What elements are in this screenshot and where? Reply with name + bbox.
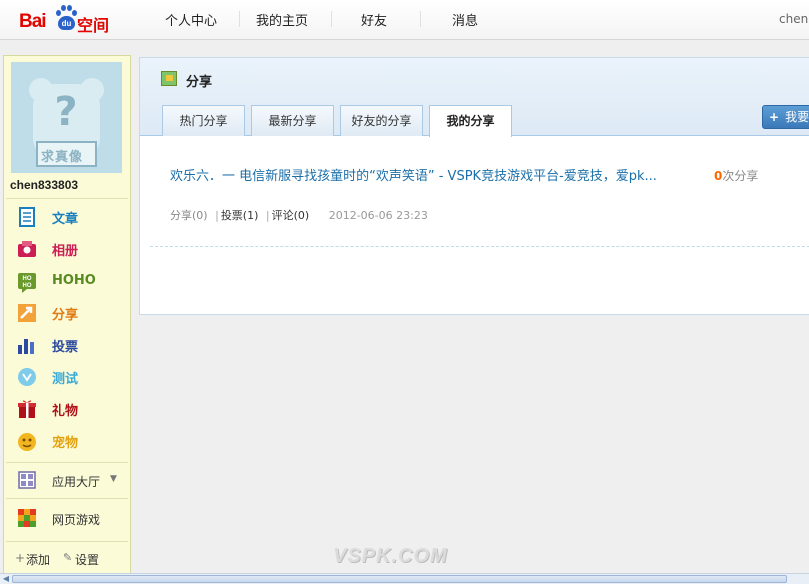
sidebar-item-label: 礼物 [52, 404, 79, 419]
paw-icon: du [55, 5, 77, 31]
sidebar-item-label: 应用大厅 [52, 475, 101, 489]
app-grid-icon [18, 471, 36, 489]
test-icon [18, 368, 36, 386]
chevron-down-icon[interactable]: ▼ [110, 474, 117, 484]
sidebar-item-gift[interactable]: 礼物 [16, 397, 128, 423]
nav-divider [331, 11, 332, 27]
pet-icon [18, 433, 36, 451]
sidebar-item-label: 相册 [52, 244, 79, 259]
nav-personal-center[interactable]: 个人中心 [165, 10, 217, 29]
sidebar-item-article[interactable]: 文章 [16, 205, 128, 231]
gift-icon [18, 400, 36, 418]
nav-divider [239, 11, 240, 27]
comment-link[interactable]: 评论(0) [272, 209, 310, 222]
sidebar-item-hoho[interactable]: HO HO HOHO [16, 270, 128, 296]
current-user-link[interactable]: chen8 [779, 12, 809, 26]
meta-separator: | [265, 209, 270, 222]
share-module-icon [161, 71, 177, 86]
share-item-meta: 分享(0) | 投票(1) | 评论(0) 2012-06-06 23:23 [170, 207, 430, 223]
watermark: VSPK.COM [333, 545, 448, 567]
avatar[interactable]: ? 求真像 [11, 62, 122, 173]
sidebar-item-pet[interactable]: 宠物 [16, 429, 128, 455]
tab-my-shares[interactable]: 我的分享 [429, 105, 512, 137]
sidebar-divider [6, 462, 128, 463]
sidebar-item-label: 宠物 [52, 436, 79, 451]
sidebar-item-label: 网页游戏 [52, 513, 101, 527]
sidebar-item-label: 测试 [52, 372, 79, 387]
tab-latest-shares[interactable]: 最新分享 [251, 105, 334, 136]
sidebar-item-share[interactable]: 分享 [16, 301, 128, 327]
item-divider [150, 246, 809, 247]
share-action-link[interactable]: 分享(0) [170, 209, 208, 222]
nav-friends[interactable]: 好友 [361, 10, 387, 29]
nav-my-homepage[interactable]: 我的主页 [256, 10, 308, 29]
settings-link[interactable]: 设置 [75, 551, 99, 568]
horizontal-scrollbar[interactable]: ◀ [0, 573, 809, 584]
panel-header: 分享 热门分享 最新分享 好友的分享 我的分享 + 我要 [140, 58, 809, 137]
sidebar-item-label: 文章 [52, 212, 79, 227]
vote-icon [18, 339, 34, 354]
sidebar-divider [6, 541, 128, 542]
username[interactable]: chen833803 [10, 178, 78, 192]
tab-hot-shares[interactable]: 热门分享 [162, 105, 245, 136]
share-item-title[interactable]: 欢乐六．一 电信新服寻找孩童时的“欢声笑语” - VSPK竞技游戏平台-爱竞技，… [170, 165, 657, 184]
nav-messages[interactable]: 消息 [452, 10, 478, 29]
sidebar-item-vote[interactable]: 投票 [16, 333, 128, 359]
sidebar-item-web-games[interactable]: 网页游戏 [16, 506, 128, 532]
plus-icon: + [769, 110, 780, 124]
plus-icon: + [15, 551, 26, 565]
share-panel: 分享 热门分享 最新分享 好友的分享 我的分享 + 我要 欢乐六．一 电信新服寻找… [139, 57, 809, 315]
share-icon [18, 304, 36, 322]
svg-text:HO: HO [23, 283, 32, 289]
svg-text:?: ? [54, 89, 77, 135]
tab-friends-shares[interactable]: 好友的分享 [340, 105, 423, 136]
logo-suffix: 空间 [77, 16, 110, 35]
top-bar: Bai du 空间 个人中心 我的主页 好友 消息 chen8 [0, 0, 809, 40]
sidebar-item-album[interactable]: 相册 [16, 237, 128, 263]
hoho-icon: HO HO [18, 273, 36, 293]
vote-link[interactable]: 投票(1) [221, 209, 259, 222]
sidebar-item-label: 分享 [52, 308, 79, 323]
baidu-space-logo[interactable]: Bai du 空间 [19, 5, 119, 35]
page-title: 分享 [186, 75, 213, 90]
post-share-label: 我要 [785, 110, 809, 124]
left-sidebar: ? 求真像 chen833803 文章 相册 HO HO HOHO 分享 投票 … [3, 55, 131, 575]
sidebar-item-label: 投票 [52, 340, 79, 355]
sidebar-item-test[interactable]: 测试 [16, 365, 128, 391]
nav-divider [420, 11, 421, 27]
wrench-icon: ✎ [63, 551, 73, 564]
scroll-left-icon[interactable]: ◀ [1, 574, 11, 584]
sidebar-divider [6, 498, 128, 499]
web-games-icon [18, 509, 36, 527]
share-count: 0次分享 [714, 167, 758, 184]
album-icon [18, 241, 36, 257]
share-count-suffix: 次分享 [722, 169, 759, 183]
svg-text:HO: HO [23, 276, 32, 282]
share-date: 2012-06-06 23:23 [328, 209, 428, 222]
sidebar-item-app-hall[interactable]: 应用大厅 ▼ [16, 468, 128, 494]
article-icon [19, 207, 35, 227]
post-share-button[interactable]: + 我要 [762, 105, 809, 129]
scrollbar-thumb[interactable] [12, 575, 787, 583]
sidebar-item-label: HOHO [52, 273, 96, 288]
avatar-placeholder-text: 求真像 [41, 150, 84, 165]
sidebar-divider [6, 198, 128, 199]
meta-separator: | [215, 209, 219, 222]
logo-text: Bai [19, 11, 47, 32]
add-link[interactable]: 添加 [26, 551, 50, 568]
